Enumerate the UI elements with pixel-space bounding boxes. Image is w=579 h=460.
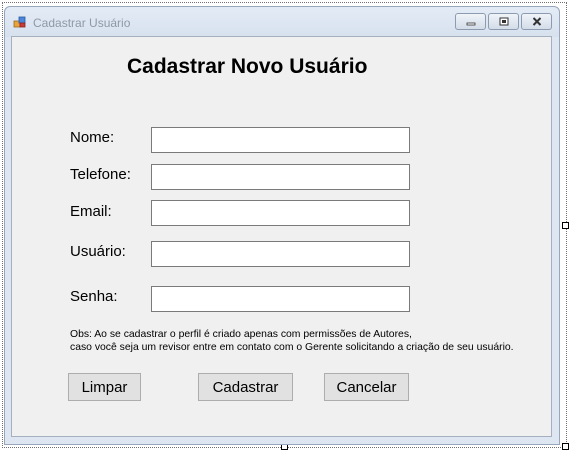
title-bar[interactable]: Cadastrar Usuário [5, 7, 559, 37]
resize-handle-right[interactable] [562, 222, 569, 229]
cancelar-button[interactable]: Cancelar [324, 373, 409, 401]
minimize-icon [466, 22, 475, 25]
obs-note-line-1: Obs: Ao se cadastrar o perfil é criado a… [70, 329, 412, 340]
obs-note-line-2: caso você seja um revisor entre em conta… [70, 342, 514, 353]
senha-input[interactable] [151, 286, 410, 312]
close-button[interactable] [521, 13, 552, 30]
nome-input[interactable] [151, 127, 410, 153]
usuario-label: Usuário: [70, 243, 126, 260]
email-label: Email: [70, 203, 112, 220]
cadastrar-button[interactable]: Cadastrar [198, 373, 293, 401]
app-form-icon [13, 16, 26, 28]
window-title: Cadastrar Usuário [33, 16, 131, 30]
close-icon [532, 17, 541, 26]
form-window: Cadastrar Usuário Cadastrar Novo Usuário… [4, 6, 560, 445]
maximize-icon [499, 17, 508, 26]
maximize-button[interactable] [488, 13, 519, 30]
caption-buttons [455, 13, 552, 30]
senha-label: Senha: [70, 288, 118, 305]
form-client-area: Cadastrar Novo Usuário Nome: Telefone: E… [11, 36, 552, 437]
resize-handle-corner[interactable] [562, 443, 569, 450]
limpar-button[interactable]: Limpar [68, 373, 141, 401]
obs-note: Obs: Ao se cadastrar o perfil é criado a… [70, 328, 514, 354]
email-input[interactable] [151, 200, 410, 226]
form-heading: Cadastrar Novo Usuário [127, 55, 368, 78]
usuario-input[interactable] [151, 241, 410, 267]
telefone-input[interactable] [151, 164, 410, 190]
nome-label: Nome: [70, 129, 115, 146]
telefone-label: Telefone: [70, 166, 131, 183]
minimize-button[interactable] [455, 13, 486, 30]
